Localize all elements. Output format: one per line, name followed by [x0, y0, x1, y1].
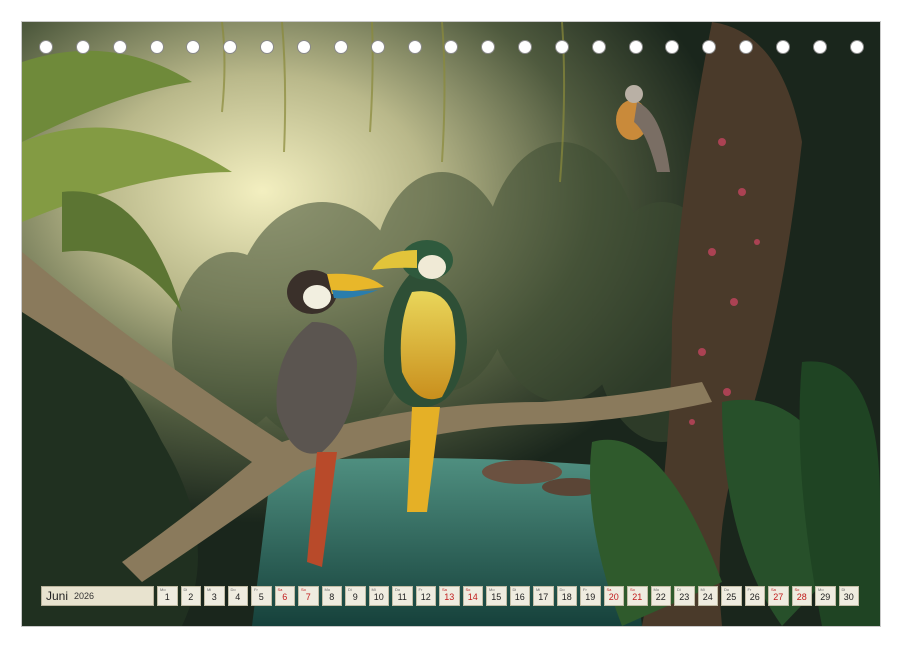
day-number: 26: [746, 592, 765, 602]
calendar-day: Do18: [557, 586, 578, 606]
day-number: 1: [158, 592, 177, 602]
binding-hole: [371, 40, 385, 54]
calendar-day: Mi3: [204, 586, 225, 606]
day-number: 23: [675, 592, 694, 602]
binding-hole: [113, 40, 127, 54]
day-number: 13: [440, 592, 459, 602]
calendar-day: Do11: [392, 586, 413, 606]
binding-hole: [150, 40, 164, 54]
jungle-toucan-photo: [22, 22, 880, 626]
day-number: 16: [511, 592, 530, 602]
calendar-day: Mi10: [369, 586, 390, 606]
calendar-day: Di2: [181, 586, 202, 606]
calendar-day: Mo29: [815, 586, 836, 606]
year-label: 2026: [74, 591, 94, 601]
day-number: 11: [393, 592, 412, 602]
calendar-strip: Juni 2026 Mo1Di2Mi3Do4Fr5Sa6So7Mo8Di9Mi1…: [41, 586, 861, 606]
day-number: 28: [793, 592, 812, 602]
day-number: 24: [699, 592, 718, 602]
day-number: 10: [370, 592, 389, 602]
jungle-illustration: [22, 22, 880, 626]
calendar-day: So21: [627, 586, 648, 606]
calendar-day: Mi24: [698, 586, 719, 606]
binding-hole: [334, 40, 348, 54]
calendar-day: Fr26: [745, 586, 766, 606]
calendar-day: So7: [298, 586, 319, 606]
day-number: 8: [323, 592, 342, 602]
day-number: 3: [205, 592, 224, 602]
day-number: 4: [229, 592, 248, 602]
binding-hole: [481, 40, 495, 54]
calendar-day: Fr19: [580, 586, 601, 606]
month-name: Juni: [46, 589, 68, 603]
binding-hole: [850, 40, 864, 54]
day-number: 15: [487, 592, 506, 602]
binding-hole: [555, 40, 569, 54]
day-number: 14: [464, 592, 483, 602]
day-number: 19: [581, 592, 600, 602]
day-number: 9: [346, 592, 365, 602]
calendar-day: So28: [792, 586, 813, 606]
calendar-day: Mi17: [533, 586, 554, 606]
binding-hole: [592, 40, 606, 54]
month-label-cell: Juni 2026: [41, 586, 154, 606]
calendar-day: Sa6: [275, 586, 296, 606]
binding-hole: [739, 40, 753, 54]
binding-hole: [260, 40, 274, 54]
calendar-day: Mo22: [651, 586, 672, 606]
binding-holes: [0, 0, 902, 60]
day-number: 29: [816, 592, 835, 602]
day-number: 2: [182, 592, 201, 602]
day-number: 25: [722, 592, 741, 602]
calendar-day: Sa27: [768, 586, 789, 606]
day-number: 7: [299, 592, 318, 602]
calendar-day: Sa13: [439, 586, 460, 606]
day-number: 5: [252, 592, 271, 602]
calendar-day: Fr12: [416, 586, 437, 606]
binding-hole: [776, 40, 790, 54]
day-number: 30: [840, 592, 859, 602]
binding-hole: [702, 40, 716, 54]
binding-hole: [813, 40, 827, 54]
binding-hole: [665, 40, 679, 54]
binding-hole: [186, 40, 200, 54]
binding-hole: [39, 40, 53, 54]
calendar-day: Di30: [839, 586, 860, 606]
day-number: 6: [276, 592, 295, 602]
binding-hole: [518, 40, 532, 54]
binding-hole: [223, 40, 237, 54]
calendar-day: Di23: [674, 586, 695, 606]
binding-hole: [76, 40, 90, 54]
calendar-day: Sa20: [604, 586, 625, 606]
day-number: 12: [417, 592, 436, 602]
binding-hole: [408, 40, 422, 54]
calendar-day: Mo8: [322, 586, 343, 606]
rock: [482, 460, 562, 484]
calendar-day: Do25: [721, 586, 742, 606]
calendar-day: Mo15: [486, 586, 507, 606]
calendar-day: So14: [463, 586, 484, 606]
binding-hole: [444, 40, 458, 54]
calendar-day: Fr5: [251, 586, 272, 606]
day-number: 17: [534, 592, 553, 602]
day-number: 18: [558, 592, 577, 602]
calendar-day: Mo1: [157, 586, 178, 606]
day-number: 20: [605, 592, 624, 602]
binding-hole: [629, 40, 643, 54]
binding-hole: [297, 40, 311, 54]
calendar-day: Di16: [510, 586, 531, 606]
day-number: 27: [769, 592, 788, 602]
calendar-day: Di9: [345, 586, 366, 606]
day-number: 21: [628, 592, 647, 602]
day-number: 22: [652, 592, 671, 602]
calendar-day: Do4: [228, 586, 249, 606]
